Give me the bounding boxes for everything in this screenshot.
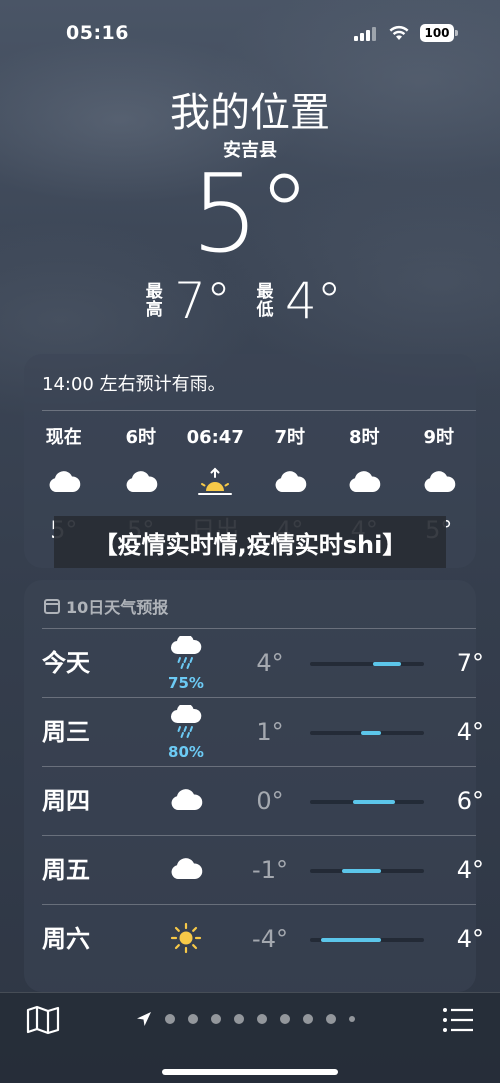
daily-row[interactable]: 周四 0° 6° [42,766,484,836]
temp-range-fill [341,869,381,873]
cloud-icon [103,452,178,512]
precip-chance: 75% [168,673,204,692]
day-label: 周三 [42,718,90,746]
low-temp: 1° [256,718,284,746]
page-dot[interactable] [165,1014,175,1024]
daily-row[interactable]: 今天 75% 4° 7° [42,628,484,698]
high-low: 最高 7° 最低 4° [0,272,500,330]
temp-range-fill [361,731,381,735]
cloud-icon [252,452,327,512]
high-temp: 4° [456,856,484,884]
low-value: 4° [285,272,342,330]
rain-cloud-icon [169,702,203,743]
location-title: 我的位置 [170,90,330,136]
current-temperature: 5° [190,152,312,277]
divider [42,410,476,411]
wifi-icon [389,25,409,40]
temp-range-fill [353,800,396,804]
list-icon[interactable] [442,1007,474,1033]
battery-icon: 100 [420,24,458,42]
high-temp: 6° [456,787,484,815]
location-arrow-icon [137,1012,151,1026]
high-value: 7° [174,272,231,330]
temp-range-bar [310,938,424,942]
temp-range-bar [310,800,424,804]
day-label: 今天 [42,649,90,677]
cloud-icon [169,857,203,885]
cloud-icon [24,452,103,512]
map-icon[interactable] [26,1005,60,1035]
sunrise-icon [178,452,253,512]
hourly-summary: 14:00 左右预计有雨。 [42,374,226,395]
sun-icon [170,922,202,958]
daily-row[interactable]: 周五 -1° 4° [42,835,484,905]
page-dot[interactable] [257,1014,267,1024]
page-dot[interactable] [280,1014,290,1024]
page-dot[interactable] [303,1014,313,1024]
status-time: 05:16 [66,22,129,44]
daily-row[interactable]: 周三 80% 1° 4° [42,697,484,767]
page-dot[interactable] [326,1014,336,1024]
high-temp: 4° [456,718,484,746]
day-label: 周四 [42,787,90,815]
ten-day-header: 10日天气预报 [44,594,168,618]
low-temp: -1° [252,856,288,884]
low-temp: 0° [256,787,284,815]
temp-range-fill [372,662,402,666]
status-bar: 05:16 100 [0,0,500,64]
cloud-icon [327,452,402,512]
cloud-icon [169,788,203,816]
rain-cloud-icon [169,633,203,674]
page-dot[interactable] [234,1014,244,1024]
page-dot[interactable] [211,1014,221,1024]
cloud-icon [401,452,476,512]
hour-time: 9时 [423,427,454,448]
temp-range-fill [321,938,381,942]
low-temp: 4° [256,649,284,677]
high-temp: 4° [456,925,484,953]
temp-range-bar [310,662,424,666]
temp-range-bar [310,731,424,735]
ten-day-title: 10日天气预报 [66,598,169,617]
bottom-toolbar [0,992,500,1083]
weather-cell [146,836,226,905]
weather-cell [146,767,226,836]
high-temp: 7° [456,649,484,677]
day-label: 周六 [42,925,90,953]
hour-time: 06:47 [186,427,244,448]
hour-time: 7时 [274,427,305,448]
high-label: 最高 [145,282,163,320]
hour-time: 8时 [348,427,380,448]
overlay-banner: 【疫情实时情,疫情实时shi】 [54,516,446,568]
hour-time: 6时 [125,427,156,448]
day-label: 周五 [42,856,90,884]
weather-cell: 80% [146,698,226,767]
low-label: 最低 [256,282,274,320]
ten-day-forecast-card[interactable]: 10日天气预报 今天 75% 4° 7° 周三 80% 1° 4° 周四 0° 6° 周五 -1° 4° 周… [24,580,484,992]
weather-cell [146,905,226,974]
daily-list[interactable]: 今天 75% 4° 7° 周三 80% 1° 4° 周四 0° 6° 周五 -1° 4° 周六 -4° 4° [42,628,484,974]
page-indicator[interactable] [136,1011,355,1027]
temp-range-bar [310,869,424,873]
page-dot[interactable] [349,1016,355,1022]
daily-row[interactable]: 周六 -4° 4° [42,904,484,974]
page-dot[interactable] [188,1014,198,1024]
cellular-signal-icon [354,27,376,41]
hour-time: 现在 [45,427,82,448]
calendar-icon [44,598,60,614]
weather-cell: 75% [146,629,226,698]
low-temp: -4° [252,925,288,953]
home-indicator[interactable] [162,1069,338,1075]
precip-chance: 80% [168,742,204,761]
